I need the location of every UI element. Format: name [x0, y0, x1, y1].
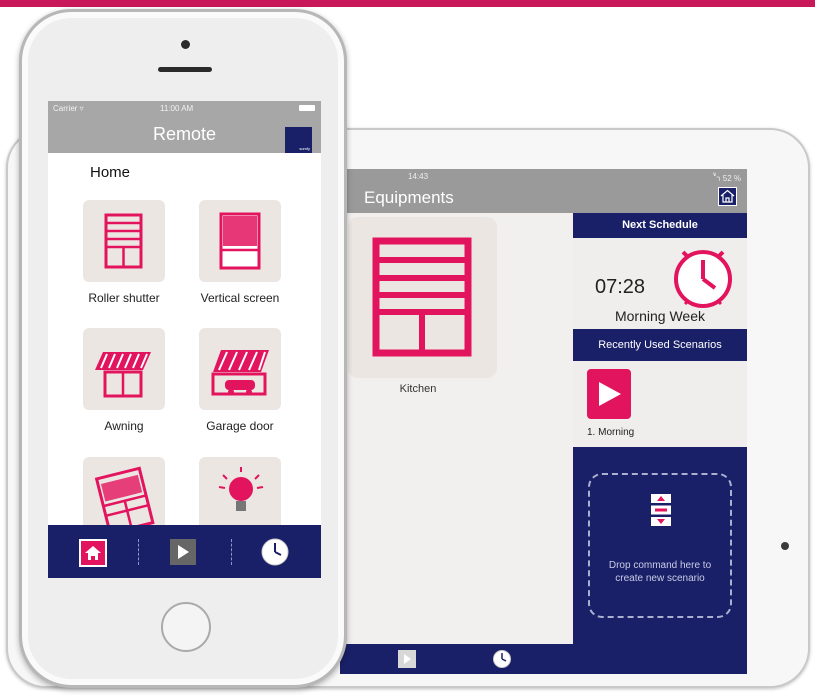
phone-camera [181, 40, 190, 49]
home-icon [720, 189, 735, 203]
somfy-logo: somfy [285, 127, 312, 153]
phone-tab-bar [48, 525, 321, 578]
recent-scenarios-list: 1. Morning [573, 361, 747, 447]
phone-home-button[interactable] [161, 602, 211, 652]
tile-label: Awning [104, 419, 144, 433]
play-icon [404, 654, 411, 664]
next-schedule-card[interactable]: 07:28 Morning Week [573, 238, 747, 329]
tablet-header: Equipments [340, 183, 747, 213]
clock-icon [674, 250, 732, 308]
tile-garage-door[interactable] [199, 328, 281, 410]
recent-scenarios-heading: Recently Used Scenarios [598, 339, 722, 351]
equipment-label-kitchen: Kitchen [399, 383, 437, 395]
tab-divider [138, 539, 139, 565]
tile-label: Vertical screen [200, 291, 280, 305]
phone-screen: Carrier ▿ 11:00 AM Remote somfy Home Rol… [48, 101, 321, 578]
tile-label: Roller shutter [88, 291, 160, 305]
tablet-home-button[interactable] [718, 187, 737, 206]
tablet-side-panel: Next Schedule 07:28 Morning Week Recentl… [573, 213, 747, 644]
tablet-status-time: 14:43 [408, 172, 429, 181]
phone-status-time: 11:00 AM [160, 104, 194, 113]
phone-header: Remote somfy [48, 115, 321, 153]
tile-roller-shutter[interactable] [83, 200, 165, 282]
phone-speaker [158, 67, 212, 72]
tablet-page-title: Equipments [364, 188, 454, 207]
equipment-card-kitchen[interactable] [348, 217, 497, 378]
tablet-tab-bar [340, 644, 747, 674]
tile-awning[interactable] [83, 328, 165, 410]
next-schedule-time: 07:28 [595, 276, 646, 298]
clock-icon[interactable] [260, 537, 290, 567]
garage-door-icon [211, 350, 269, 396]
roller-shutter-icon [104, 213, 143, 269]
tablet-status-bar: 14:43 ัำ 52 % [340, 169, 747, 183]
next-schedule-name: Morning Week [614, 308, 705, 324]
battery-icon [299, 105, 315, 111]
play-icon [599, 382, 621, 406]
phone-status-bar: Carrier ▿ 11:00 AM [48, 101, 321, 115]
vertical-screen-icon [219, 212, 261, 270]
tile-vertical-screen[interactable] [199, 200, 281, 282]
phone-status-carrier: Carrier ▿ [53, 104, 84, 113]
play-icon [178, 545, 189, 559]
scenario-drop-zone[interactable]: Drop command here to create new scenario [588, 473, 732, 618]
tablet-tab-scenarios[interactable] [398, 650, 416, 668]
phone-page-title: Remote [152, 124, 217, 144]
drop-zone-text: Drop command here to create new scenario [608, 560, 712, 584]
scenario-label: 1. Morning [587, 427, 635, 438]
tile-label: Garage door [206, 419, 274, 433]
roller-shutter-icon [372, 237, 472, 357]
clock-icon[interactable] [492, 649, 512, 669]
tablet-screen: 14:43 ัำ 52 % Equipments Kitchen Next Sc… [340, 169, 747, 674]
home-section-title: Home [90, 164, 131, 181]
logo-text: somfy [299, 146, 310, 151]
awning-icon [95, 352, 151, 398]
next-schedule-heading: Next Schedule [622, 219, 698, 231]
phone-tab-home[interactable] [79, 539, 107, 567]
home-icon [85, 546, 101, 560]
tablet-camera [781, 542, 789, 550]
tab-divider [231, 539, 232, 565]
top-accent-stripe [0, 0, 815, 7]
up-down-command-icon [651, 494, 671, 526]
phone-tab-scenarios[interactable] [170, 539, 196, 565]
scenario-item-morning[interactable] [587, 369, 631, 419]
